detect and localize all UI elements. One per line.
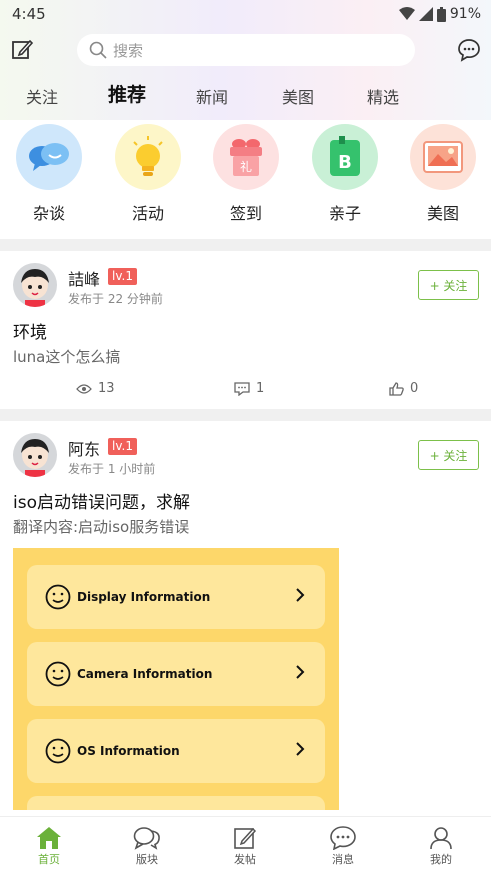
category-chat[interactable]: 杂谈 [16,124,82,224]
image-row-os: OS Information [27,719,325,783]
nav-label: 我的 [430,853,452,866]
edit-icon[interactable] [10,38,34,62]
nav-label: 版块 [136,853,158,866]
image-row-label: Display Information [77,590,211,604]
smiley-icon [45,584,71,610]
nav-profile[interactable]: 我的 [411,825,471,867]
category-label: 亲子 [328,204,361,223]
compose-icon [215,825,275,851]
battery-level: 91% [449,6,481,22]
post-image[interactable]: Display Information Camera Information O… [13,548,339,810]
post-title[interactable]: iso启动错误问题，求解 [13,488,190,513]
wifi-icon [398,7,415,20]
chat-bubbles-icon [16,124,82,190]
profile-icon [411,825,471,851]
post-body: 翻译内容:启动iso服务错误 [13,518,190,536]
message-icon [313,825,373,851]
post-stats: 13 1 0 [0,381,491,401]
battery-icon [436,6,446,22]
post-time: 发布于 1 小时前 [68,462,156,476]
search-placeholder: 搜索 [113,41,144,60]
header-bar: 搜索 [0,30,491,70]
avatar[interactable] [13,263,57,307]
tab-pictures[interactable]: 美图 [282,84,314,112]
post-author[interactable]: 詰峰 [68,266,100,290]
picture-icon [410,124,476,190]
image-row-label: Camera Information [77,667,213,681]
follow-button[interactable]: + 关注 [418,270,479,300]
chevron-right-icon [296,742,305,756]
section-divider [0,409,491,421]
post-body: luna这个怎么搞 [13,348,121,366]
search-input[interactable]: 搜索 [77,34,415,66]
views-count: 13 [98,381,115,396]
post-card[interactable]: 阿东 lv.1 发布于 1 小时前 + 关注 iso启动错误问题，求解 翻译内容… [0,421,491,816]
avatar[interactable] [13,433,57,477]
image-row-camera: Camera Information [27,642,325,706]
nav-compose[interactable]: 发帖 [215,825,275,867]
channel-tabs: 关注 推荐 新闻 美图 精选 [0,84,491,112]
level-badge: lv.1 [108,268,137,285]
nav-label: 消息 [332,853,354,866]
nav-label: 发帖 [234,853,256,866]
tab-news[interactable]: 新闻 [196,84,228,112]
post-time: 发布于 22 分钟前 [68,292,163,306]
tab-featured[interactable]: 精选 [367,84,399,112]
follow-button[interactable]: + 关注 [418,440,479,470]
comments-count: 1 [256,381,265,396]
gift-glyph: 礼 [240,159,252,174]
image-row-partial [27,796,325,810]
gift-icon: 礼 [213,124,279,190]
forum-icon [117,825,177,851]
category-label: 杂谈 [32,204,65,223]
chevron-right-icon [296,665,305,679]
nav-forum[interactable]: 版块 [117,825,177,867]
status-icons: 91% [398,6,481,22]
category-pictures[interactable]: 美图 [410,124,476,224]
comment-icon [234,381,250,396]
home-icon [19,825,79,851]
tab-recommend[interactable]: 推荐 [108,81,146,109]
comments-stat[interactable]: 1 [234,381,264,396]
lightbulb-icon [115,124,181,190]
tab-follow[interactable]: 关注 [26,84,58,112]
book-icon: B [312,124,378,190]
likes-count: 0 [410,381,419,396]
signal-icon [418,7,433,21]
search-icon [89,41,107,59]
chevron-right-icon [296,588,305,602]
image-row-label: OS Information [77,744,180,758]
category-activity[interactable]: 活动 [115,124,181,224]
post-card[interactable]: 詰峰 lv.1 发布于 22 分钟前 + 关注 环境 luna这个怎么搞 13 … [0,251,491,409]
status-bar: 4:45 91% [0,0,491,28]
image-row-display: Display Information [27,565,325,629]
smiley-icon [45,661,71,687]
nav-messages[interactable]: 消息 [313,825,373,867]
nav-label: 首页 [38,853,60,866]
post-title[interactable]: 环境 [13,318,47,343]
likes-stat[interactable]: 0 [389,381,418,396]
book-glyph: B [338,152,352,173]
post-author[interactable]: 阿东 [68,436,100,460]
smiley-icon [45,738,71,764]
eye-icon [76,383,92,394]
level-badge: lv.1 [108,438,137,455]
category-label: 签到 [229,204,262,223]
category-label: 美图 [426,204,459,223]
nav-home[interactable]: 首页 [19,825,79,867]
bottom-nav: 首页 版块 发帖 消息 我的 [0,816,491,873]
category-parenting[interactable]: B 亲子 [312,124,378,224]
category-grid: 杂谈 活动 礼 签到 B 亲子 美图 [0,124,491,224]
message-center-icon[interactable] [457,38,481,62]
views-stat: 13 [76,381,115,396]
section-divider [0,239,491,251]
status-time: 4:45 [12,5,46,23]
category-checkin[interactable]: 礼 签到 [213,124,279,224]
thumbs-up-icon [389,381,404,396]
category-label: 活动 [131,204,164,223]
